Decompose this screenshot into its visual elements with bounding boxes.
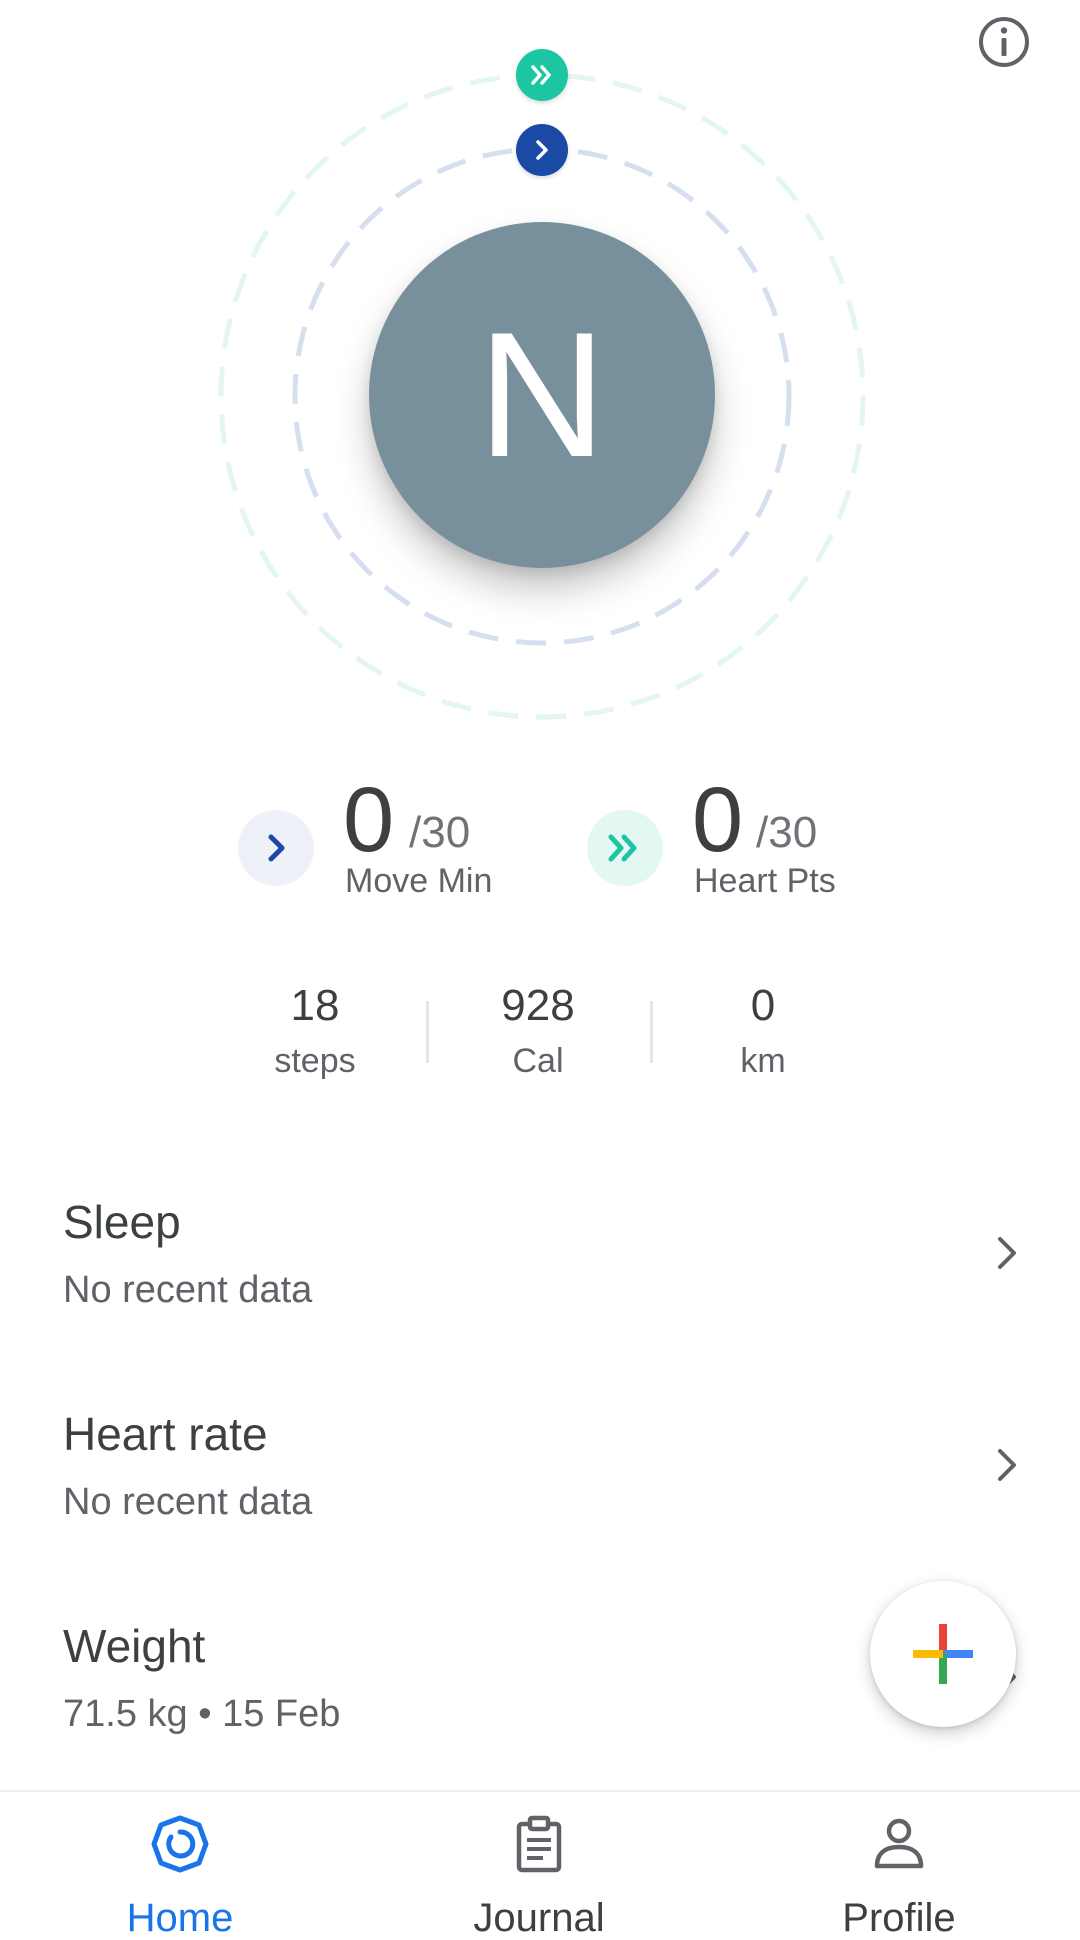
move-min-target: /30 xyxy=(409,808,471,857)
move-min-badge xyxy=(238,810,314,886)
add-plus-icon xyxy=(913,1624,973,1684)
heart-pts-target: /30 xyxy=(756,808,818,857)
calories-metric: 928 Cal xyxy=(448,981,628,1080)
steps-metric: 18 steps xyxy=(225,981,405,1080)
calories-unit: Cal xyxy=(512,1042,564,1080)
nav-journal-label: Journal xyxy=(473,1896,605,1940)
chevron-right-icon xyxy=(536,140,548,160)
home-ring-icon xyxy=(151,1815,209,1873)
calories-value: 928 xyxy=(501,981,575,1030)
heart-pts-label: Heart Pts xyxy=(694,862,836,900)
clipboard-icon xyxy=(516,1815,562,1873)
nav-journal[interactable]: Journal xyxy=(409,1792,669,1939)
steps-unit: steps xyxy=(274,1042,356,1080)
sleep-card[interactable]: Sleep No recent data xyxy=(0,1199,1080,1399)
double-chevron-icon xyxy=(531,65,551,85)
bottom-navigation: Home Journal Profile xyxy=(0,1790,1080,1939)
card-subtitle: No recent data xyxy=(63,1269,313,1311)
card-title: Heart rate xyxy=(63,1408,268,1460)
avatar-initial: N xyxy=(477,295,607,494)
card-title: Weight xyxy=(63,1620,206,1672)
nav-profile[interactable]: Profile xyxy=(769,1792,1029,1939)
steps-value: 18 xyxy=(290,981,340,1030)
add-button[interactable] xyxy=(870,1581,1016,1727)
metric-divider xyxy=(426,1001,429,1063)
card-subtitle: No recent data xyxy=(63,1481,313,1523)
nav-profile-label: Profile xyxy=(842,1896,956,1940)
move-min-value: 0 xyxy=(343,769,395,871)
heart-rate-card[interactable]: Heart rate No recent data xyxy=(0,1411,1080,1611)
chevron-right-icon xyxy=(268,834,285,862)
nav-home[interactable]: Home xyxy=(50,1792,310,1939)
heart-pts-ring-marker xyxy=(516,49,568,101)
metric-divider xyxy=(650,1001,653,1063)
card-title: Sleep xyxy=(63,1196,181,1248)
double-chevron-icon xyxy=(608,834,637,862)
move-min-ring-marker xyxy=(516,124,568,176)
heart-pts-value: 0 xyxy=(692,769,744,871)
distance-unit: km xyxy=(740,1042,786,1080)
distance-value: 0 xyxy=(750,981,776,1030)
chevron-right-icon xyxy=(998,1237,1016,1269)
move-min-label: Move Min xyxy=(345,862,493,900)
heart-pts-badge xyxy=(587,810,663,886)
distance-metric: 0 km xyxy=(673,981,853,1080)
card-subtitle: 71.5 kg • 15 Feb xyxy=(63,1693,341,1735)
profile-avatar[interactable]: N xyxy=(369,222,715,568)
nav-home-label: Home xyxy=(126,1896,234,1940)
chevron-right-icon xyxy=(998,1449,1016,1481)
person-icon xyxy=(874,1818,924,1869)
